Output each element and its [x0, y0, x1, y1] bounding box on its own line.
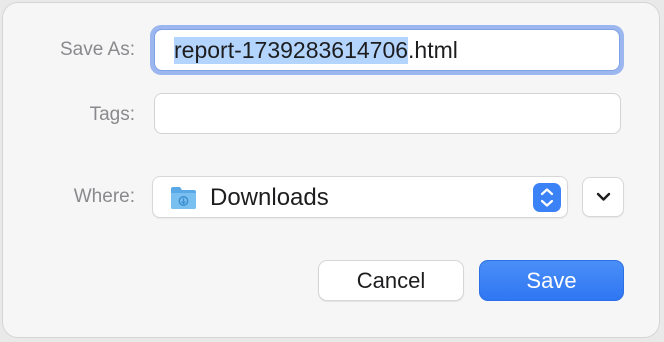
filename-input[interactable]: report-1739283614706 .html: [154, 29, 620, 71]
chevron-up-down-icon: [533, 183, 561, 212]
chevron-down-icon: [596, 192, 611, 201]
tags-input[interactable]: [154, 93, 621, 134]
expand-button[interactable]: [582, 177, 624, 217]
filename-extension: .html: [408, 36, 458, 63]
save-as-label: Save As:: [60, 39, 135, 60]
where-value: Downloads: [210, 184, 329, 211]
save-as-field[interactable]: report-1739283614706 .html: [150, 25, 624, 75]
cancel-button[interactable]: Cancel: [318, 260, 464, 301]
filename-selected-text: report-1739283614706: [174, 36, 409, 64]
folder-icon: [170, 185, 197, 210]
save-dialog: Save As: report-1739283614706 .html Tags:…: [2, 2, 660, 338]
save-button[interactable]: Save: [479, 260, 624, 301]
where-label: Where:: [73, 186, 135, 207]
tags-label: Tags:: [89, 104, 135, 125]
where-popup-button[interactable]: Downloads: [152, 176, 568, 218]
